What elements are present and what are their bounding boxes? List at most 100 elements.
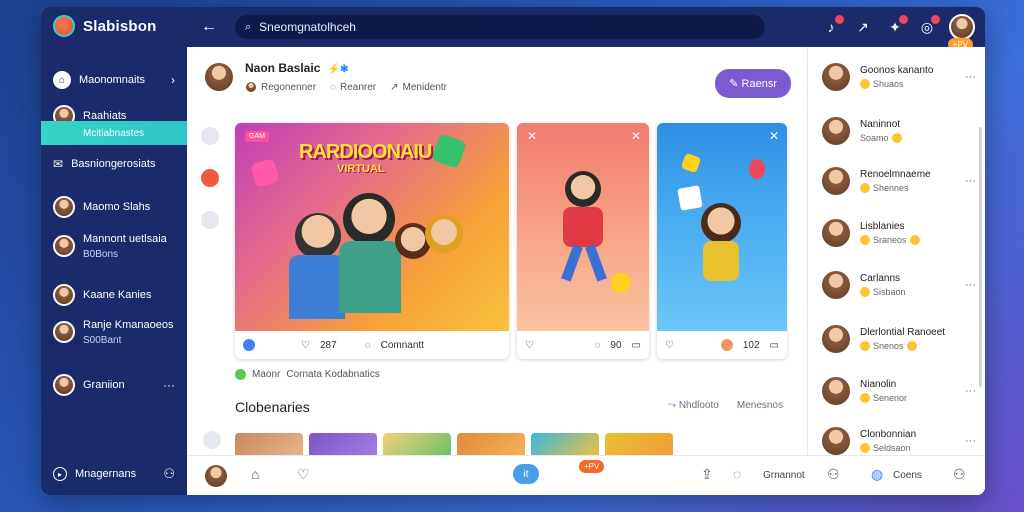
like-icon[interactable]: ♡	[297, 466, 310, 483]
message-icon[interactable]: ◍	[871, 466, 883, 483]
notification-icon[interactable]: ♪	[821, 15, 844, 37]
thumbnail-strip	[235, 433, 673, 457]
create-button[interactable]: ɨt	[513, 464, 539, 484]
avatar	[53, 284, 75, 306]
friend-item[interactable]: Naninnot Soamo	[820, 115, 976, 147]
alert-icon[interactable]: ✦	[885, 15, 908, 37]
avatar	[820, 217, 852, 249]
globe-icon[interactable]: ◎	[917, 15, 940, 37]
friend-item[interactable]: Dlerlontial Ranoeet Snenos	[820, 323, 976, 355]
friend-item[interactable]: Nianolin Senenor ···	[820, 375, 976, 407]
thumbnail[interactable]	[605, 433, 673, 457]
close-icon[interactable]: ✕	[631, 129, 641, 143]
thumbnail[interactable]	[457, 433, 525, 457]
emoji-icon	[860, 341, 870, 351]
friend-item[interactable]: Carlanns Sisbaon ···	[820, 269, 976, 301]
chat-icon[interactable]: ◌	[733, 466, 741, 482]
share-icon[interactable]: ↗	[853, 17, 873, 37]
thumbnail[interactable]	[531, 433, 599, 457]
thumbnail[interactable]	[309, 433, 377, 457]
author-avatar[interactable]	[203, 61, 235, 93]
sidebar-item-label: Maonomnaits	[79, 74, 146, 86]
post-caption: Maonr Cornata Kodabnatics	[235, 369, 380, 380]
emoji-icon	[891, 133, 902, 143]
post-actions: ♡ 102 ▭	[657, 331, 787, 359]
reaction-icon[interactable]	[243, 339, 255, 351]
post-card[interactable]: GAM RARDIOONAIU VIRTUAL ♡ 287 ◌ Comnantt	[235, 123, 509, 359]
caption-user[interactable]: Maonr	[252, 369, 280, 380]
author-name[interactable]: Naon Baslaic	[245, 61, 320, 75]
like-icon[interactable]: ♡	[665, 340, 674, 351]
more-icon[interactable]: ···	[965, 175, 976, 187]
rail-icon[interactable]	[201, 127, 219, 145]
friend-item[interactable]: Renoelmnaeme Shennes ···	[820, 165, 976, 197]
sidebar-item-3[interactable]: Maomo Slahs	[41, 195, 187, 219]
sidebar-item-7[interactable]: Graniion ···	[41, 373, 187, 397]
search-icon: ⌕	[245, 20, 252, 33]
close-icon[interactable]: ✕	[769, 129, 779, 143]
search-input[interactable]: ⌕ Sneomgnatolhceh	[235, 15, 765, 39]
user-avatar[interactable]	[203, 463, 229, 489]
more-icon[interactable]: ···	[965, 385, 976, 397]
scrollbar[interactable]	[979, 127, 982, 387]
settings-icon[interactable]: ▸	[53, 467, 67, 481]
user-icon[interactable]: ⚇	[827, 466, 840, 483]
bottom-label[interactable]: Coens	[893, 470, 922, 481]
more-icon[interactable]: ···	[965, 435, 976, 447]
avatar	[820, 425, 852, 457]
comment-label[interactable]: Comnantt	[381, 340, 424, 351]
sidebar-item-sub: S00Bant	[83, 334, 122, 346]
caption-text: Cornata Kodabnatics	[286, 369, 380, 380]
rail-icon[interactable]	[201, 211, 219, 229]
thumbnail[interactable]	[235, 433, 303, 457]
user-icon[interactable]: ⚇	[163, 466, 175, 482]
rail-icon[interactable]	[203, 431, 221, 449]
action-2[interactable]: ↗ Menidentr	[390, 82, 447, 93]
sidebar-item-4[interactable]: Mannont uetlsaia B0Bons	[41, 229, 187, 263]
back-arrow-icon[interactable]: ←	[201, 18, 217, 36]
action-1[interactable]: ◌ Reanrer	[330, 82, 376, 93]
user-avatar[interactable]	[949, 14, 975, 40]
comment-icon[interactable]: ◌	[365, 340, 371, 351]
post-badge: GAM	[245, 131, 269, 142]
close-icon[interactable]: ✕	[527, 129, 537, 143]
more-icon[interactable]: ···	[965, 279, 976, 291]
section-link[interactable]: Menesnos	[737, 400, 783, 411]
upload-icon[interactable]: ⇪	[701, 466, 713, 483]
post-card[interactable]: ✕ ✕ ♡ ◌ 90 ▭	[517, 123, 649, 359]
sidebar-item-6[interactable]: Ranje Kmanaoeos S00Bant	[41, 315, 187, 349]
friend-item[interactable]: Lisblanies Sraneos	[820, 217, 976, 249]
screen-icon[interactable]: ▭	[770, 340, 779, 351]
emoji-icon	[860, 287, 870, 297]
reaction-icon[interactable]	[720, 339, 733, 351]
like-icon[interactable]: ♡	[525, 340, 534, 351]
sidebar-item-active[interactable]: Mcitiabnastes	[41, 121, 187, 145]
comment-icon: ◌	[330, 81, 336, 93]
thumbnail[interactable]	[383, 433, 451, 457]
sidebar-item-5[interactable]: Kaane Kanies	[41, 283, 187, 307]
friend-item[interactable]: Goonos kananto Shuaos ···	[820, 61, 976, 93]
home-icon: ⌂	[53, 71, 71, 89]
app-logo-icon	[53, 15, 75, 37]
top-icons: ♪ ↗ ✦ ◎	[821, 14, 975, 40]
more-icon[interactable]: ···	[965, 71, 976, 83]
sidebar-item-label: Basniongerosiats	[71, 158, 156, 170]
brand[interactable]: Slabisbon	[53, 15, 156, 37]
action-0[interactable]: Regonenner	[245, 81, 316, 93]
follow-button[interactable]: ✎ Raensr	[715, 69, 791, 98]
screen-icon[interactable]: ▭	[632, 340, 641, 351]
rail-icon[interactable]	[201, 169, 219, 187]
sidebar-item-label: Ranje Kmanaoeos	[83, 318, 174, 331]
bottom-label[interactable]: Grnannot	[763, 470, 805, 481]
more-icon[interactable]: ···	[163, 378, 175, 392]
sidebar-item-0[interactable]: ⌂ Maonomnaits ›	[41, 69, 187, 91]
profile-icon[interactable]: ⚇	[953, 466, 966, 483]
sidebar-item-2[interactable]: ✉ Basniongerosiats	[41, 153, 187, 175]
section-link[interactable]: ⤳ Nhdlooto	[668, 400, 719, 411]
home-icon[interactable]: ⌂	[251, 466, 259, 482]
like-icon[interactable]: ♡	[301, 340, 310, 351]
comment-icon[interactable]: ◌	[594, 340, 600, 351]
sidebar-footer-label[interactable]: Mnagernans	[75, 468, 136, 480]
friend-item[interactable]: Clonbonnian Seldsaon ···	[820, 425, 976, 457]
post-card[interactable]: ✕ ♡ 102 ▭	[657, 123, 787, 359]
